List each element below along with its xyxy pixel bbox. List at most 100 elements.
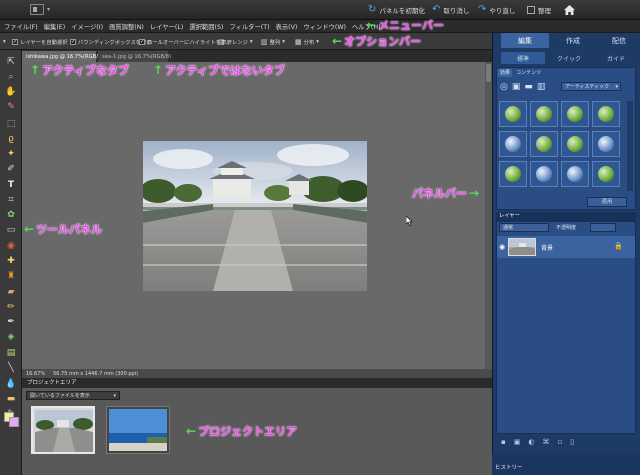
effect-thumb[interactable] xyxy=(592,161,620,187)
menu-layer[interactable]: レイヤー(L) xyxy=(150,22,183,31)
menu-file[interactable]: ファイル(F) xyxy=(4,22,38,31)
magic-wand-tool-icon[interactable]: ✦ xyxy=(5,148,17,160)
redo-label: やり直し xyxy=(489,7,516,15)
home-icon[interactable] xyxy=(563,3,576,16)
visibility-eye-icon[interactable]: ◉ xyxy=(499,243,505,251)
new-layer-icon[interactable]: ▪ xyxy=(501,438,506,446)
smart-brush-tool-icon[interactable]: ✒ xyxy=(5,316,17,328)
annotation-active-tab: ↑ アクティブなタブ xyxy=(30,62,129,78)
marquee-tool-icon[interactable]: ⬚ xyxy=(5,118,17,130)
effect-thumb[interactable] xyxy=(592,101,620,127)
effect-thumb[interactable] xyxy=(499,101,527,127)
tab-effects[interactable]: 効果 xyxy=(498,69,513,77)
tab-create[interactable]: 作成 xyxy=(549,33,597,48)
show-bbox-checkbox[interactable]: ✓ xyxy=(70,39,76,45)
subtab-quick[interactable]: クイック xyxy=(545,52,593,64)
reset-panels-button[interactable]: ↻ パネルを初期化 xyxy=(368,3,425,17)
sponge-tool-icon[interactable]: ▬ xyxy=(5,393,17,405)
apply-effect-button[interactable]: 適用 xyxy=(587,197,627,207)
lasso-tool-icon[interactable]: ϱ xyxy=(5,133,17,145)
link-icon[interactable]: ⌘ xyxy=(542,438,549,446)
rollover-highlight-checkbox[interactable]: ✓ xyxy=(139,39,145,45)
effects-scrollbar[interactable] xyxy=(627,101,633,191)
hand-tool-icon[interactable]: ✋ xyxy=(5,86,17,98)
filter-icon[interactable]: ▣ xyxy=(512,82,521,92)
align-icon: ▥ xyxy=(261,38,268,46)
project-thumb-sea[interactable] xyxy=(106,406,170,454)
paint-bucket-tool-icon[interactable]: ◈ xyxy=(5,331,17,343)
tab-ishikawa[interactable]: ishikawa.jpg @ 16.7%(RGB/8) xyxy=(22,51,103,62)
eraser-tool-icon[interactable]: ▰ xyxy=(5,286,17,298)
project-thumb-ishikawa[interactable] xyxy=(31,406,95,454)
red-eye-tool-icon[interactable]: ◉ xyxy=(5,240,17,252)
blend-mode-dropdown[interactable]: 通常 xyxy=(499,223,549,232)
effect-thumb[interactable] xyxy=(592,131,620,157)
brush-tool-icon[interactable]: ✏ xyxy=(5,301,17,313)
effect-thumb[interactable] xyxy=(530,131,558,157)
effects-category-dropdown[interactable]: アーティスティック ▾ xyxy=(561,82,621,91)
crop-tool-icon[interactable]: ⌗ xyxy=(5,194,17,206)
layer-icon[interactable]: ▥ xyxy=(537,82,546,92)
effect-thumb[interactable] xyxy=(561,161,589,187)
new-adjustment-icon[interactable]: ▣ xyxy=(514,438,521,446)
menu-edit[interactable]: 編集(E) xyxy=(44,22,66,31)
menu-view[interactable]: 表示(V) xyxy=(276,22,298,31)
lock-icon[interactable]: 🔒 xyxy=(614,242,623,250)
photo-effects-icon[interactable]: ▬ xyxy=(524,82,533,92)
recompose-tool-icon[interactable]: ✿ xyxy=(5,209,17,221)
eyedropper-tool-icon[interactable]: ✎ xyxy=(5,101,17,113)
tab-content[interactable]: コンテンツ xyxy=(514,69,543,77)
tool-preset-picker[interactable]: ▾ xyxy=(3,37,6,47)
redo-button[interactable]: ↷ やり直し xyxy=(478,3,515,17)
effect-thumb[interactable] xyxy=(561,131,589,157)
align-dropdown[interactable]: ▥ 整列 ▾ xyxy=(261,37,285,47)
menu-filter[interactable]: フィルター(T) xyxy=(229,22,269,31)
organizer-button[interactable]: 整理 xyxy=(527,3,551,17)
clone-stamp-tool-icon[interactable]: ♜ xyxy=(5,270,17,282)
effect-thumb[interactable] xyxy=(530,161,558,187)
type-tool-icon[interactable]: T xyxy=(5,179,17,191)
auto-select-layer-checkbox[interactable]: ✓ xyxy=(12,39,18,45)
zoom-tool-icon[interactable]: ⌕ xyxy=(5,71,17,83)
blur-tool-icon[interactable]: 💧 xyxy=(5,378,17,390)
chevron-down-icon[interactable]: ▾ xyxy=(47,6,50,13)
menu-select[interactable]: 選択範囲(S) xyxy=(189,22,223,31)
trash-icon[interactable]: ▯ xyxy=(570,438,574,446)
tab-share[interactable]: 配信 xyxy=(597,33,640,48)
background-color-swatch[interactable] xyxy=(9,417,19,427)
straighten-tool-icon[interactable]: ▭ xyxy=(5,224,17,236)
layer-style-icon[interactable]: ◎ xyxy=(500,82,508,92)
subtab-full[interactable]: 標準 xyxy=(501,52,545,64)
menu-enhance[interactable]: 画質調整(N) xyxy=(109,22,144,31)
move-tool-icon[interactable]: ⇱ xyxy=(5,56,17,68)
spot-healing-tool-icon[interactable]: ✚ xyxy=(5,255,17,267)
project-filter-dropdown[interactable]: 開いているファイルを表示 ▾ xyxy=(26,391,120,400)
subtab-guided[interactable]: ガイド xyxy=(593,52,639,64)
vertical-scrollbar[interactable] xyxy=(485,62,492,369)
annotation-project-area: ← プロジェクトエリア xyxy=(186,423,297,439)
menu-window[interactable]: ウィンドウ(W) xyxy=(303,22,346,31)
effect-thumb[interactable] xyxy=(499,161,527,187)
annotation-optionsbar-text: オプションバー xyxy=(344,35,422,48)
effect-thumb[interactable] xyxy=(561,101,589,127)
tab-edit[interactable]: 編集 xyxy=(501,33,549,48)
gradient-tool-icon[interactable]: ▤ xyxy=(5,347,17,359)
distribute-dropdown[interactable]: ▦ 分布 ▾ xyxy=(295,37,319,47)
arrange-dropdown[interactable]: ▤ アレンジ ▾ xyxy=(218,37,253,47)
auto-select-layer-option[interactable]: ✓ レイヤーを自動選択 xyxy=(12,37,68,47)
effect-thumb[interactable] xyxy=(530,101,558,127)
effect-thumb[interactable] xyxy=(499,131,527,157)
opacity-input[interactable] xyxy=(590,223,616,232)
project-filter-label: 開いているファイルを表示 xyxy=(30,393,90,399)
workspace-icon[interactable] xyxy=(30,4,44,15)
lock-all-icon[interactable]: ▫ xyxy=(557,438,562,446)
adjustment-icon[interactable]: ◐ xyxy=(528,438,534,446)
tab-sea-1[interactable]: sea-1.jpg @ 16.7%(RGB/8) xyxy=(98,51,171,62)
menu-image[interactable]: イメージ(I) xyxy=(71,22,103,31)
undo-button[interactable]: ↶ 取り消し xyxy=(432,3,469,17)
history-panel-tab[interactable]: ヒストリー xyxy=(492,453,640,475)
annotation-panel-bar-text: パネルバー xyxy=(412,187,467,200)
shape-tool-icon[interactable]: ╲ xyxy=(5,362,17,374)
selection-brush-tool-icon[interactable]: ✐ xyxy=(5,163,17,175)
zoom-level[interactable]: 16.67% xyxy=(26,371,45,377)
